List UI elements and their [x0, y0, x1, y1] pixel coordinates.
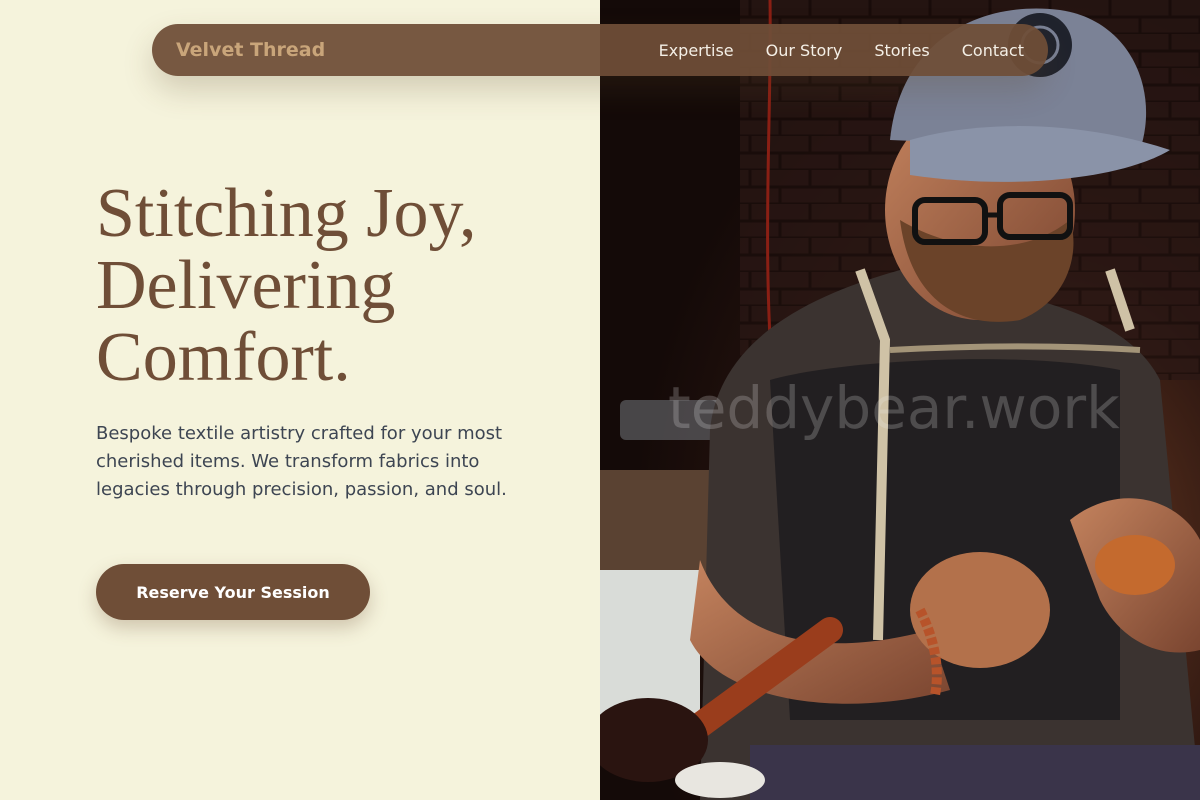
- headline-line-1: Stitching Joy,: [96, 175, 477, 252]
- nav-links: Expertise Our Story Stories Contact: [627, 41, 1024, 60]
- brand-logo-link[interactable]: Velvet Thread: [176, 39, 325, 61]
- nav-link-contact[interactable]: Contact: [962, 41, 1024, 60]
- hero-headline: Stitching Joy, Delivering Comfort.: [96, 178, 576, 394]
- headline-line-3: Comfort.: [96, 319, 351, 396]
- watermark-text: teddybear.work: [668, 374, 1120, 442]
- nav-link-expertise[interactable]: Expertise: [659, 41, 734, 60]
- hero-subcopy: Bespoke textile artistry crafted for you…: [96, 423, 507, 500]
- nav-link-stories[interactable]: Stories: [874, 41, 929, 60]
- top-navbar: Velvet Thread Expertise Our Story Storie…: [152, 24, 1048, 76]
- hero-section: Stitching Joy, Delivering Comfort. Bespo…: [0, 0, 600, 800]
- nav-link-our-story[interactable]: Our Story: [766, 41, 843, 60]
- reserve-session-button[interactable]: Reserve Your Session: [96, 564, 370, 620]
- headline-line-2: Delivering: [96, 247, 396, 324]
